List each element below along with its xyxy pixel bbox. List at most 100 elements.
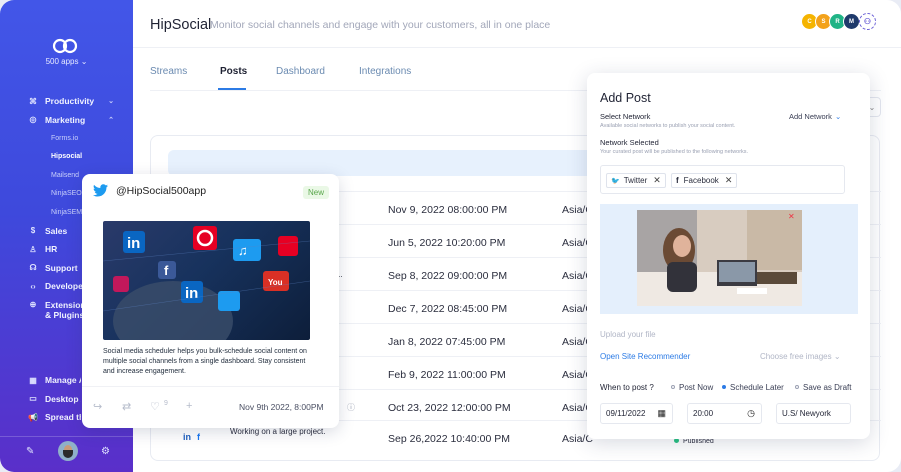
- chip-label: Twitter: [623, 176, 648, 185]
- upload-label: Upload your file: [600, 330, 656, 339]
- radio-save-draft[interactable]: Save as Draft: [795, 383, 851, 392]
- code-icon: ‹›: [30, 281, 36, 291]
- uploaded-image: [637, 210, 802, 306]
- calendar-icon[interactable]: ▦: [657, 408, 666, 419]
- tab-integrations[interactable]: Integrations: [359, 66, 411, 77]
- tweet-text: Social media scheduler helps you bulk-sc…: [103, 348, 307, 375]
- row-date: Jun 5, 2022 10:20:00 PM: [388, 237, 506, 249]
- tab-posts[interactable]: Posts: [220, 66, 247, 77]
- app-logo-icon[interactable]: [52, 38, 78, 54]
- close-icon[interactable]: ✕: [653, 175, 661, 186]
- app-title: HipSocial: [150, 17, 212, 33]
- help-icon[interactable]: ⓘ: [347, 402, 355, 413]
- share-icon[interactable]: ↪: [93, 400, 102, 413]
- radio-schedule-later[interactable]: Schedule Later: [722, 383, 784, 392]
- chip-twitter[interactable]: 🐦 Twitter ✕: [606, 173, 666, 188]
- row-content: Working on a large project.: [230, 427, 326, 436]
- chevron-down-icon: ⌄: [834, 112, 842, 121]
- timezone-value: U.S/ Newyork: [782, 409, 831, 418]
- radio-label: Post Now: [679, 383, 714, 392]
- app-window: 500 apps ⌄ ⌘ Productivity ⌄ ◎ Marketing …: [0, 0, 901, 472]
- selected-networks-box[interactable]: 🐦 Twitter ✕ f Facebook ✕: [600, 165, 845, 194]
- chip-facebook[interactable]: f Facebook ✕: [671, 173, 738, 188]
- chip-label: Facebook: [683, 176, 719, 185]
- clock-icon[interactable]: ◷: [747, 408, 755, 419]
- sidebar-item-marketing[interactable]: ◎ Marketing ⌃: [0, 111, 133, 130]
- free-images-label: Choose free images: [760, 352, 832, 361]
- row-date: Sep 8, 2022 09:00:00 PM: [388, 270, 508, 282]
- row-date: Dec 7, 2022 08:45:00 PM: [388, 303, 508, 315]
- target-icon: ◎: [29, 115, 37, 125]
- tweet-handle: @HipSocial500app: [116, 185, 207, 197]
- svg-text:f: f: [164, 263, 169, 278]
- sidebar-subitem-forms[interactable]: Forms.io: [0, 129, 133, 148]
- globe-icon: ⊕: [29, 299, 37, 309]
- sidebar-item-label: Developer: [45, 281, 87, 292]
- team-avatars[interactable]: C S R M ⚇: [801, 13, 881, 33]
- plus-icon[interactable]: +: [186, 400, 192, 412]
- apps-label: 500 apps: [45, 57, 79, 66]
- gear-icon[interactable]: ⚙: [101, 446, 110, 457]
- chevron-up-icon: ⌃: [108, 116, 114, 124]
- svg-text:You: You: [268, 278, 283, 287]
- add-user-icon[interactable]: ⚇: [859, 13, 876, 30]
- sidebar-footer: ✎ ⚙: [0, 436, 133, 466]
- user-avatar[interactable]: [58, 441, 78, 461]
- tab-dashboard[interactable]: Dashboard: [276, 66, 325, 77]
- twitter-icon: 🐦: [611, 177, 620, 185]
- linkedin-label: in: [183, 432, 191, 442]
- headset-icon: ☊: [29, 263, 37, 273]
- avatar[interactable]: M: [843, 13, 860, 30]
- chevron-down-icon: ⌄: [80, 57, 88, 66]
- linkedin-icon: in f: [183, 432, 200, 442]
- radio-post-now[interactable]: Post Now: [671, 383, 713, 392]
- timezone-select[interactable]: U.S/ Newyork: [776, 403, 851, 424]
- new-badge: New: [303, 186, 330, 199]
- user-icon: ♙: [29, 244, 37, 254]
- sidebar-item-label: Manage Apps: [45, 375, 81, 386]
- add-network-dropdown[interactable]: Add Network ⌄: [789, 112, 841, 121]
- status-badge: Published: [674, 438, 714, 445]
- add-network-label: Add Network: [789, 112, 832, 121]
- select-network-label: Select Network: [600, 112, 651, 121]
- add-post-panel: Add Post Select Network Available social…: [587, 73, 870, 439]
- close-icon[interactable]: ✕: [725, 175, 733, 186]
- status-label: Published: [683, 438, 714, 445]
- sidebar-item-label: Desktop Apps: [45, 393, 81, 404]
- heart-icon[interactable]: ♡: [150, 400, 160, 413]
- chevron-down-icon: ⌄: [108, 98, 114, 106]
- sidebar-item-productivity[interactable]: ⌘ Productivity ⌄: [0, 92, 133, 111]
- twitter-icon: [93, 184, 108, 197]
- sidebar-item-label: Marketing: [45, 114, 86, 125]
- time-input[interactable]: 20:00 ◷: [687, 403, 762, 424]
- time-value: 20:00: [693, 409, 714, 418]
- free-images-dropdown[interactable]: Choose free images ⌄: [760, 352, 841, 361]
- retweet-icon[interactable]: ⇄: [122, 400, 131, 413]
- chevron-down-icon: ⌄: [833, 352, 841, 361]
- like-count: 9: [164, 400, 168, 407]
- command-icon: ⌘: [29, 96, 37, 106]
- remove-image-icon[interactable]: ✕: [788, 212, 795, 221]
- tab-streams[interactable]: Streams: [150, 66, 187, 77]
- desktop-icon: ▭: [29, 394, 37, 404]
- radio-label: Save as Draft: [803, 383, 852, 392]
- network-selected-hint: Your curated post will be published to t…: [600, 149, 749, 155]
- svg-text:♫: ♫: [238, 243, 248, 258]
- sidebar-item-label: Spread the love: [45, 412, 81, 423]
- top-header: HipSocial Monitor social channels and en…: [133, 0, 901, 48]
- svg-text:in: in: [185, 285, 198, 302]
- sidebar-subitem-hipsocial[interactable]: Hipsocial: [0, 148, 133, 167]
- facebook-icon: f: [676, 176, 679, 185]
- row-date: Feb 9, 2022 11:00:00 PM: [388, 369, 506, 381]
- divider: [82, 386, 339, 387]
- date-input[interactable]: 09/11/2022 ▦: [600, 403, 673, 424]
- sidebar-item-label: Productivity: [45, 96, 95, 107]
- tweet-date: Nov 9th 2022, 8:00PM: [239, 402, 324, 412]
- upload-dropzone[interactable]: ✕: [600, 204, 858, 314]
- date-value: 09/11/2022: [606, 409, 646, 418]
- site-recommender-link[interactable]: Open Site Recommender: [600, 352, 690, 361]
- rocket-icon[interactable]: ✎: [26, 446, 34, 457]
- apps-switcher[interactable]: 500 apps ⌄: [0, 57, 133, 66]
- when-to-post-label: When to post ?: [600, 383, 654, 392]
- row-date: Jan 8, 2022 07:45:00 PM: [388, 336, 506, 348]
